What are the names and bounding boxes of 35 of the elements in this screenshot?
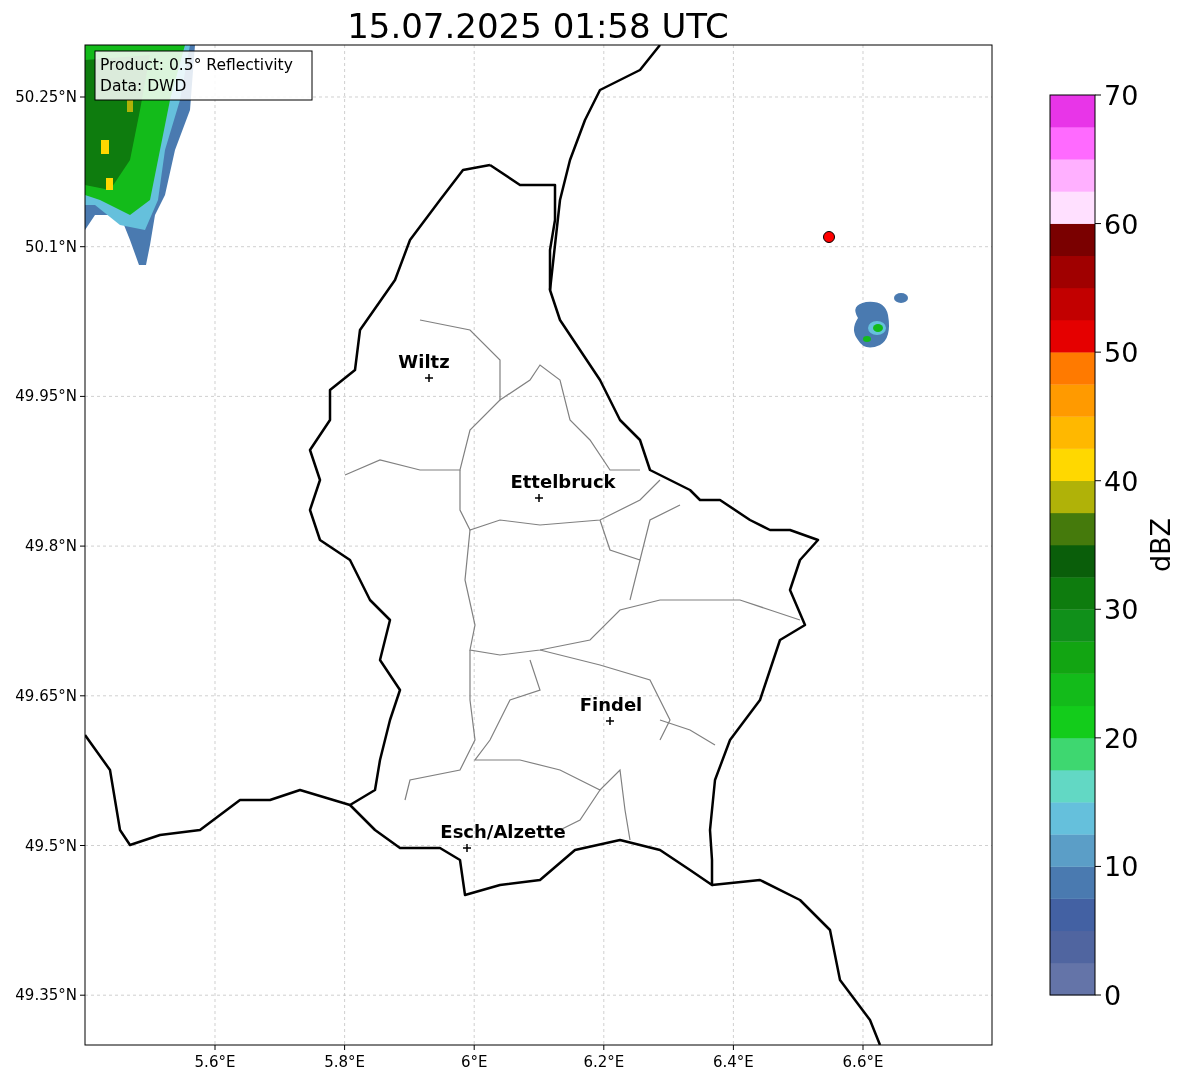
city-marker-icon	[424, 373, 434, 383]
colorbar-tick-label: 70	[1104, 80, 1139, 111]
colorbar-tick-label: 10	[1104, 851, 1139, 883]
chart-title: 15.07.2025 01:58 UTC	[347, 6, 729, 46]
latitude-label: 49.35°N	[15, 986, 77, 1005]
longitude-label: 5.6°E	[194, 1053, 236, 1071]
info-text: Data: DWD	[100, 77, 187, 95]
latitude-label: 49.65°N	[15, 686, 77, 705]
city-label: Findel	[579, 694, 643, 715]
colorbar-tick-label: 60	[1104, 208, 1139, 240]
longitude-label: 6°E	[460, 1053, 488, 1071]
city-label: Ettelbruck	[510, 471, 616, 492]
longitude-label: 6.4°E	[713, 1053, 754, 1071]
city-label: Wiltz	[398, 351, 450, 372]
latitude-label: 50.1°N	[24, 237, 77, 256]
city-label: Esch/Alzette	[440, 821, 566, 842]
latitude-label: 49.5°N	[24, 836, 77, 855]
colorbar-tick-label: 50	[1104, 337, 1139, 369]
longitude-label: 6.2°E	[583, 1053, 625, 1071]
colorbar-tick-label: 0	[1104, 980, 1122, 1011]
city-marker-icon	[462, 843, 472, 853]
colorbar-title: dBZ	[1145, 517, 1176, 573]
colorbar-tick-label: 30	[1104, 594, 1139, 626]
info-text: Product: 0.5° Reflectivity	[100, 56, 293, 74]
longitude-label: 6.6°E	[842, 1053, 884, 1071]
colorbar-tick-label: 40	[1104, 465, 1139, 497]
longitude-label: 5.8°E	[324, 1053, 365, 1071]
radar-site-marker	[823, 231, 835, 243]
latitude-label: 49.95°N	[15, 387, 77, 406]
latitude-label: 49.8°N	[24, 537, 77, 556]
radar-echo	[854, 293, 908, 348]
city-marker-icon	[534, 493, 544, 503]
colorbar-tick-label: 20	[1104, 722, 1139, 754]
city-marker-icon	[605, 716, 615, 726]
latitude-label: 50.25°N	[15, 88, 77, 106]
